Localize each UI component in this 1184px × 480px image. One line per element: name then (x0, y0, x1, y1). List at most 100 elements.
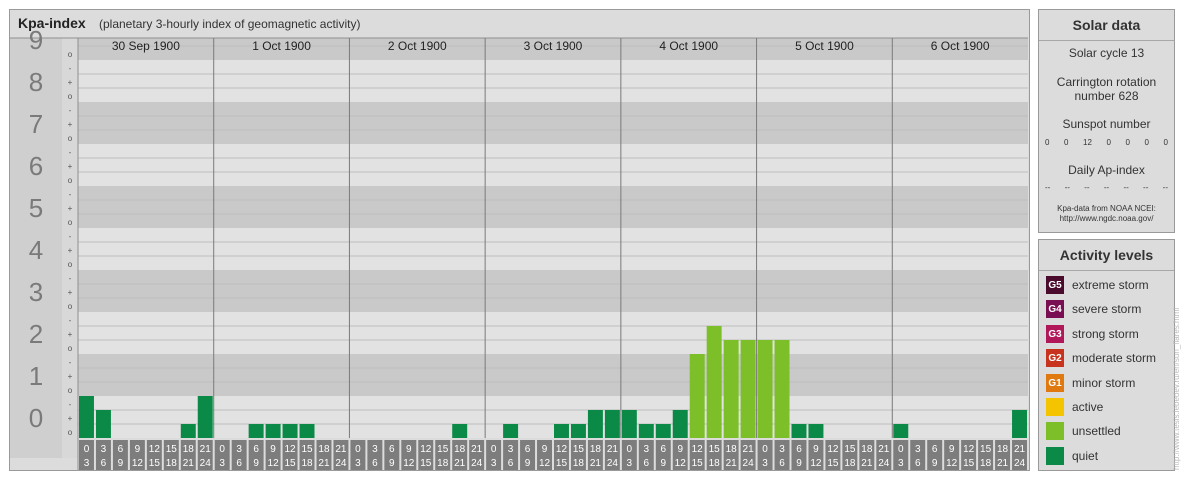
interval-end-label: 12 (403, 458, 415, 469)
y-tick-label: 0 (29, 403, 43, 433)
y-minor-tick-label: - (69, 148, 72, 157)
interval-end-label: 3 (491, 458, 497, 469)
legend-swatch: G3 (1046, 325, 1064, 343)
ap-value: -- (1045, 183, 1051, 192)
y-minor-tick-label: o (68, 260, 73, 269)
interval-end-label: 3 (898, 458, 904, 469)
interval-start-label: 21 (471, 444, 483, 455)
interval-start-label: 9 (949, 444, 955, 455)
kp-bar (197, 396, 213, 438)
interval-end-label: 3 (355, 458, 361, 469)
day-label: 1 Oct 1900 (252, 39, 311, 53)
kp-band (78, 312, 1028, 354)
day-label: 30 Sep 1900 (112, 39, 180, 53)
kp-bar (587, 409, 603, 438)
kp-bar (655, 424, 671, 438)
interval-end-label: 15 (963, 458, 975, 469)
interval-start-label: 18 (590, 444, 602, 455)
interval-start-label: 3 (508, 444, 514, 455)
kp-band (78, 354, 1028, 396)
ap-value: -- (1123, 183, 1129, 192)
interval-start-label: 3 (779, 444, 785, 455)
y-minor-tick-label: o (68, 428, 73, 437)
interval-end-label: 3 (627, 458, 633, 469)
interval-end-label: 24 (471, 458, 483, 469)
carrington-line-2: number 628 (1074, 89, 1139, 103)
y-minor-tick-label: o (68, 92, 73, 101)
interval-end-label: 18 (166, 458, 178, 469)
legend-swatch: G1 (1046, 374, 1064, 392)
legend-label: severe storm (1072, 302, 1142, 316)
interval-end-label: 6 (644, 458, 650, 469)
ap-index-label: Daily Ap-index (1068, 163, 1145, 177)
interval-start-label: 6 (389, 444, 395, 455)
y-minor-tick-label: + (68, 330, 73, 339)
interval-end-label: 21 (183, 458, 195, 469)
kp-chart-panel: Kpa-index (planetary 3-hourly index of g… (9, 9, 1030, 471)
ap-index-values: -- -- -- -- -- -- -- (1045, 183, 1168, 192)
interval-start-label: 18 (454, 444, 466, 455)
ap-value: -- (1064, 183, 1070, 192)
kp-bar-chart: 0123456789o+-o+-o+-o+-o+-o+-o+-o+-o+-o30… (10, 25, 1028, 470)
interval-start-label: 6 (932, 444, 938, 455)
interval-start-label: 0 (762, 444, 768, 455)
interval-start-label: 21 (200, 444, 212, 455)
y-minor-tick-label: o (68, 134, 73, 143)
ap-value: -- (1103, 183, 1110, 192)
solar-data-title: Solar data (1072, 17, 1141, 33)
y-minor-tick-label: + (68, 204, 73, 213)
interval-start-label: 18 (726, 444, 738, 455)
interval-start-label: 15 (709, 444, 721, 455)
kp-band (78, 396, 1028, 438)
interval-end-label: 3 (762, 458, 768, 469)
interval-end-label: 6 (101, 458, 107, 469)
kp-bar (706, 325, 722, 438)
activity-title-divider (1039, 270, 1174, 271)
kp-bar (740, 340, 756, 438)
day-label: 6 Oct 1900 (931, 39, 990, 53)
interval-end-label: 15 (556, 458, 568, 469)
interval-end-label: 21 (454, 458, 466, 469)
interval-end-label: 12 (675, 458, 687, 469)
interval-start-label: 21 (743, 444, 755, 455)
kp-band (78, 228, 1028, 270)
y-minor-tick-label: + (68, 162, 73, 171)
interval-end-label: 21 (590, 458, 602, 469)
sunspot-values: 0 0 12 0 0 0 0 (1045, 138, 1168, 147)
interval-start-label: 15 (166, 444, 178, 455)
interval-start-label: 18 (318, 444, 330, 455)
interval-start-label: 0 (898, 444, 904, 455)
activity-levels-title: Activity levels (1059, 247, 1154, 263)
interval-start-label: 12 (284, 444, 296, 455)
kp-bar (757, 340, 773, 438)
y-tick-label: 7 (29, 109, 43, 139)
activity-levels-panel: Activity levels G5 extreme storm G4 seve… (1038, 239, 1175, 471)
kp-bar (1012, 409, 1027, 438)
kp-band (78, 60, 1028, 102)
solar-cycle: Solar cycle 13 (1068, 46, 1145, 60)
interval-start-label: 0 (627, 444, 633, 455)
carrington-line-1: Carrington rotation (1056, 75, 1157, 89)
source-link[interactable]: http://www.ngdc.noaa.gov/ (1039, 214, 1174, 224)
y-minor-tick-label: + (68, 372, 73, 381)
interval-start-label: 15 (437, 444, 449, 455)
y-minor-tick-label: o (68, 218, 73, 227)
interval-start-label: 6 (253, 444, 259, 455)
y-minor-tick-label: + (68, 120, 73, 129)
interval-start-label: 9 (270, 444, 276, 455)
interval-start-label: 12 (149, 444, 161, 455)
day-label: 5 Oct 1900 (795, 39, 854, 53)
interval-start-label: 15 (980, 444, 992, 455)
ap-value: -- (1084, 183, 1090, 192)
legend-swatch (1046, 422, 1064, 440)
legend-item-g5: G5 extreme storm (1046, 276, 1149, 294)
interval-end-label: 9 (253, 458, 259, 469)
kp-bar (689, 354, 705, 438)
legend-swatch: G4 (1046, 300, 1064, 318)
y-minor-tick-label: + (68, 246, 73, 255)
interval-start-label: 18 (997, 444, 1009, 455)
legend-swatch: G2 (1046, 349, 1064, 367)
y-tick-label: 5 (29, 193, 43, 223)
kp-bar (452, 424, 468, 438)
interval-end-label: 12 (539, 458, 551, 469)
